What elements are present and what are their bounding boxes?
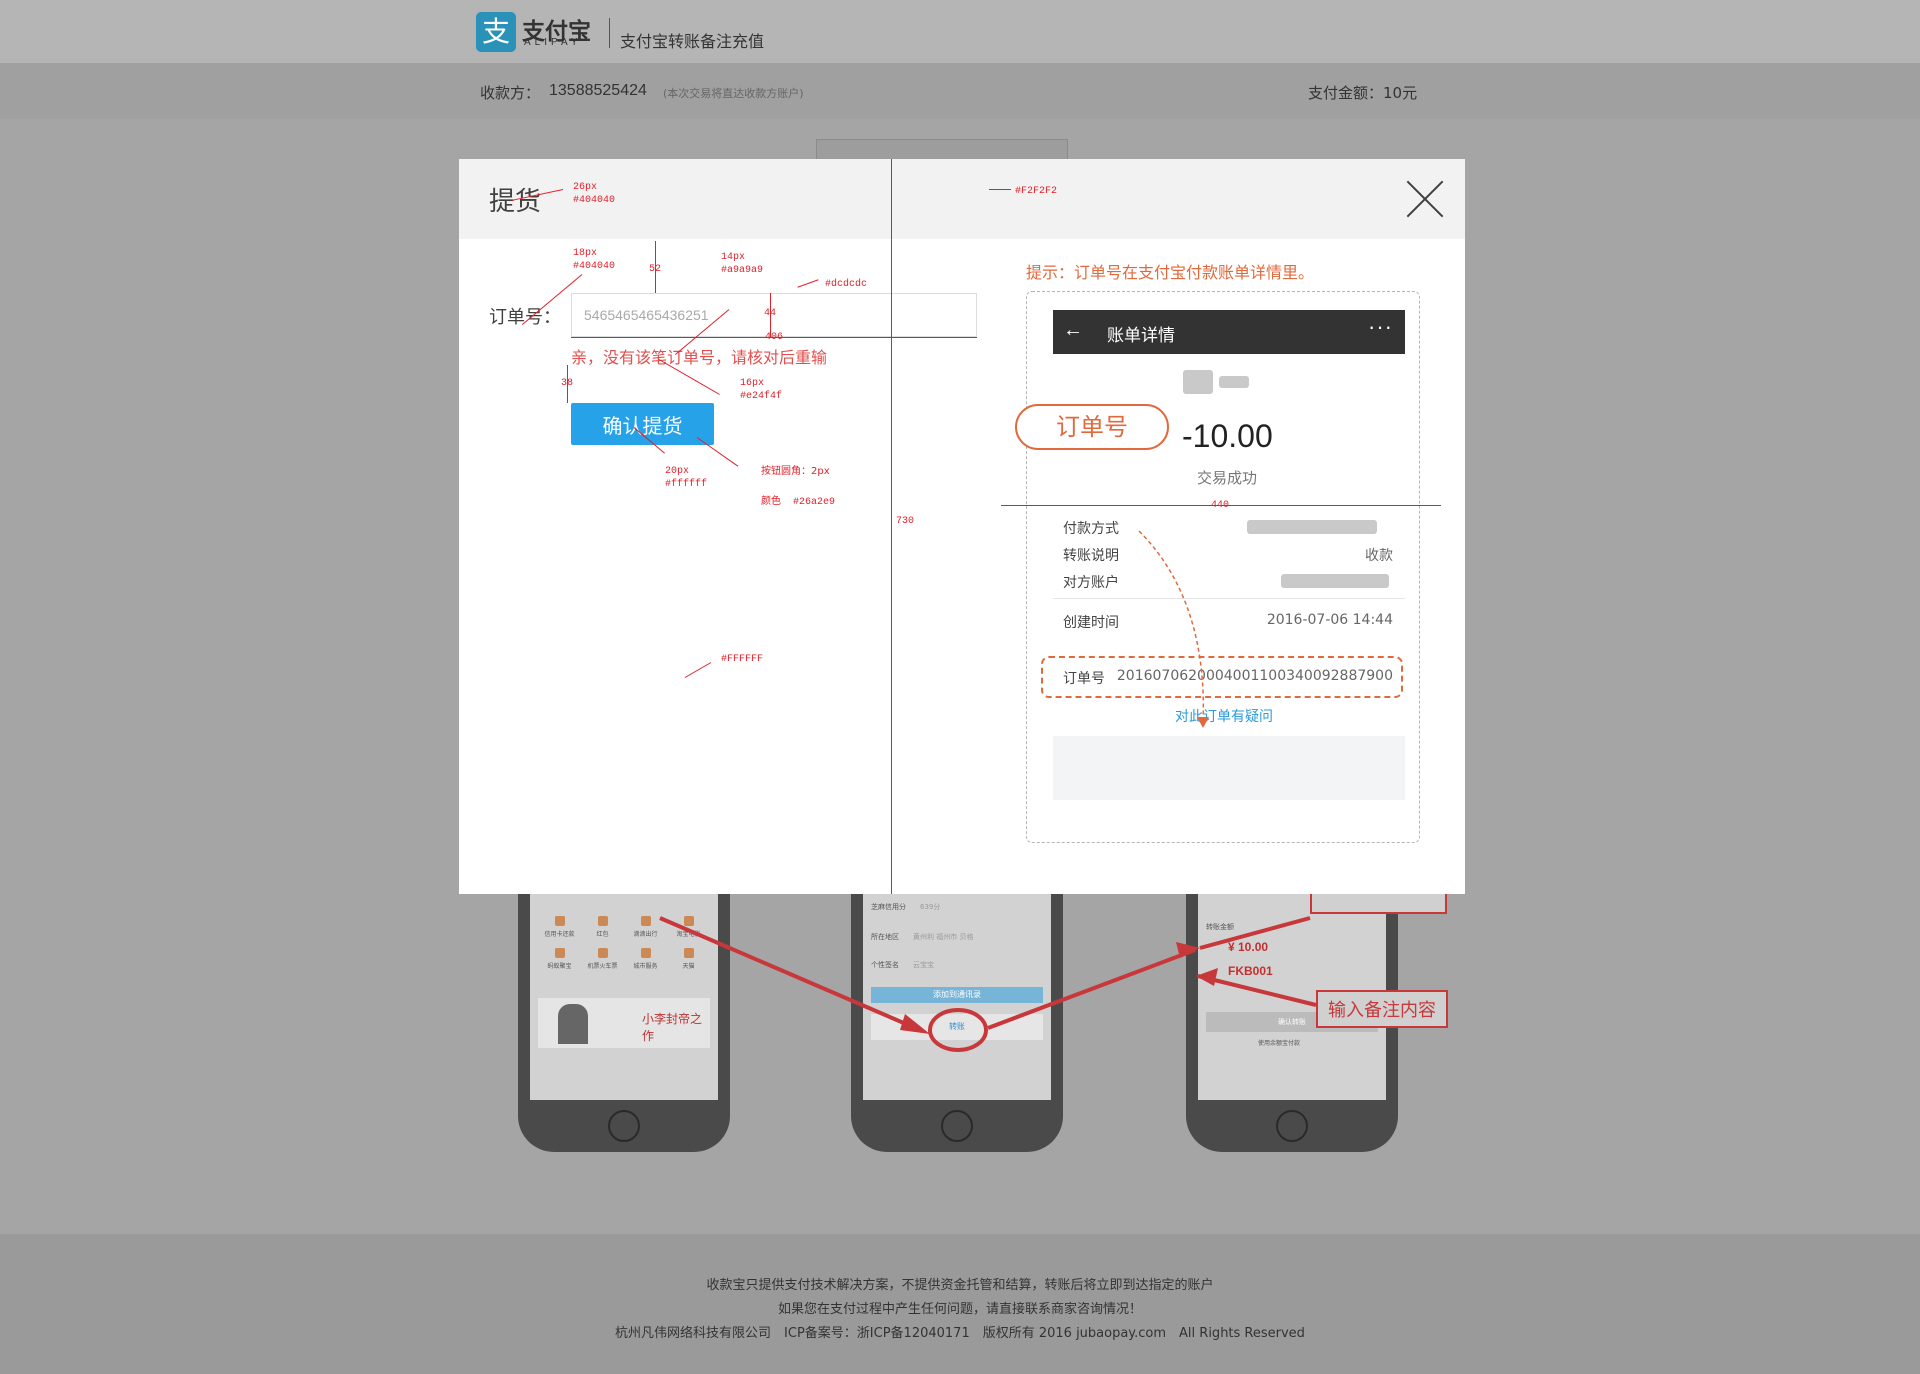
arrow-head [1196, 968, 1218, 986]
dimension-line [891, 159, 892, 894]
footer-disclaimer: 收款宝只提供支付技术解决方案，不提供资金托管和结算，转账后将立即到达指定的账户 [706, 1278, 1214, 1293]
arrow-line [1199, 916, 1311, 950]
blurred-value [1281, 574, 1389, 588]
bill-row-value: 2016-07-06 14:44 [1266, 612, 1393, 628]
bill-title: 账单详情 [1107, 326, 1175, 346]
more-icon: ··· [1368, 314, 1393, 339]
footer-contact: 如果您在支付过程中产生任何问题，请直接联系商家咨询情况！ [777, 1302, 1142, 1317]
blurred-avatar [1183, 370, 1213, 394]
leader-line [684, 662, 712, 678]
bill-row-key: 转账说明 [1063, 548, 1119, 564]
dimension-label: 440 [1211, 500, 1230, 511]
order-number-callout: 订单号 [1015, 404, 1169, 450]
pointer-arrow [1138, 530, 1209, 728]
arrow-line [659, 916, 921, 1032]
annotation: 16px #e24f4f [740, 378, 783, 402]
leader-line [696, 437, 739, 467]
highlight-ellipse [928, 1008, 988, 1052]
confirm-pickup-button[interactable]: 确认提货 [571, 403, 714, 445]
annotation: 按钮圆角：2px [761, 466, 830, 477]
sample-bill-image: ← 账单详情 ··· 订单号 -10.00 交易成功 付款方式 转账说明 收款 … [1015, 291, 1420, 843]
arrow-head [900, 1014, 930, 1034]
annotation: 18px #404040 [573, 248, 616, 272]
bill-row-key: 创建时间 [1063, 615, 1119, 631]
footer-copyright: 杭州凡伟网络科技有限公司 ICP备案号：浙ICP备12040171 版权所有 2… [615, 1326, 1305, 1341]
bill-divider [1053, 598, 1405, 599]
dimension-label: 44 [764, 308, 777, 319]
arrow-line [1197, 974, 1317, 1007]
annotation: 14px #a9a9a9 [721, 252, 764, 276]
callout-note: 输入备注内容 [1316, 990, 1448, 1028]
blurred-value [1247, 520, 1377, 534]
annotation: 26px #404040 [573, 182, 616, 206]
close-icon[interactable] [1405, 179, 1445, 219]
leader-line [797, 279, 819, 288]
dimension-label: 38 [561, 378, 574, 389]
bill-row-value: 收款 [1365, 548, 1393, 564]
error-message: 亲，没有该笔订单号，请核对后重输 [571, 348, 828, 367]
blurred-name [1219, 376, 1249, 388]
annotation: 20px #ffffff [665, 466, 708, 490]
arrow-line [987, 948, 1196, 1030]
dimension-label: 406 [765, 332, 784, 343]
bill-row-key: 订单号 [1063, 671, 1105, 687]
dimension-label: 52 [649, 264, 662, 275]
bill-question-link: 对此订单有疑问 [1175, 709, 1273, 725]
bill-footer-area [1053, 736, 1405, 800]
annotation: 颜色 #26a2e9 [761, 496, 836, 508]
order-label: 订单号： [489, 307, 561, 328]
arrow-head [1176, 942, 1200, 958]
bill-status: 交易成功 [1197, 469, 1258, 487]
site-footer: 收款宝只提供支付技术解决方案，不提供资金托管和结算，转账后将立即到达指定的账户 … [0, 1234, 1920, 1374]
bill-title-bar: ← 账单详情 ··· [1053, 310, 1405, 354]
bill-row-key: 对方账户 [1063, 575, 1119, 591]
annotation: #F2F2F2 [1015, 186, 1058, 197]
annotation: #FFFFFF [721, 654, 764, 665]
leader-line [989, 189, 1011, 190]
back-arrow-icon: ← [1063, 319, 1083, 341]
tip-text: 提示：订单号在支付宝付款账单详情里。 [1026, 263, 1315, 282]
annotation: #dcdcdc [825, 279, 868, 290]
bill-amount: -10.00 [1182, 418, 1273, 454]
pickup-modal: 提货 订单号： 亲，没有该笔订单号，请核对后重输 确认提货 730 26px#4… [459, 159, 1465, 894]
bill-row-key: 付款方式 [1063, 521, 1119, 537]
dimension-label: 730 [896, 516, 915, 527]
